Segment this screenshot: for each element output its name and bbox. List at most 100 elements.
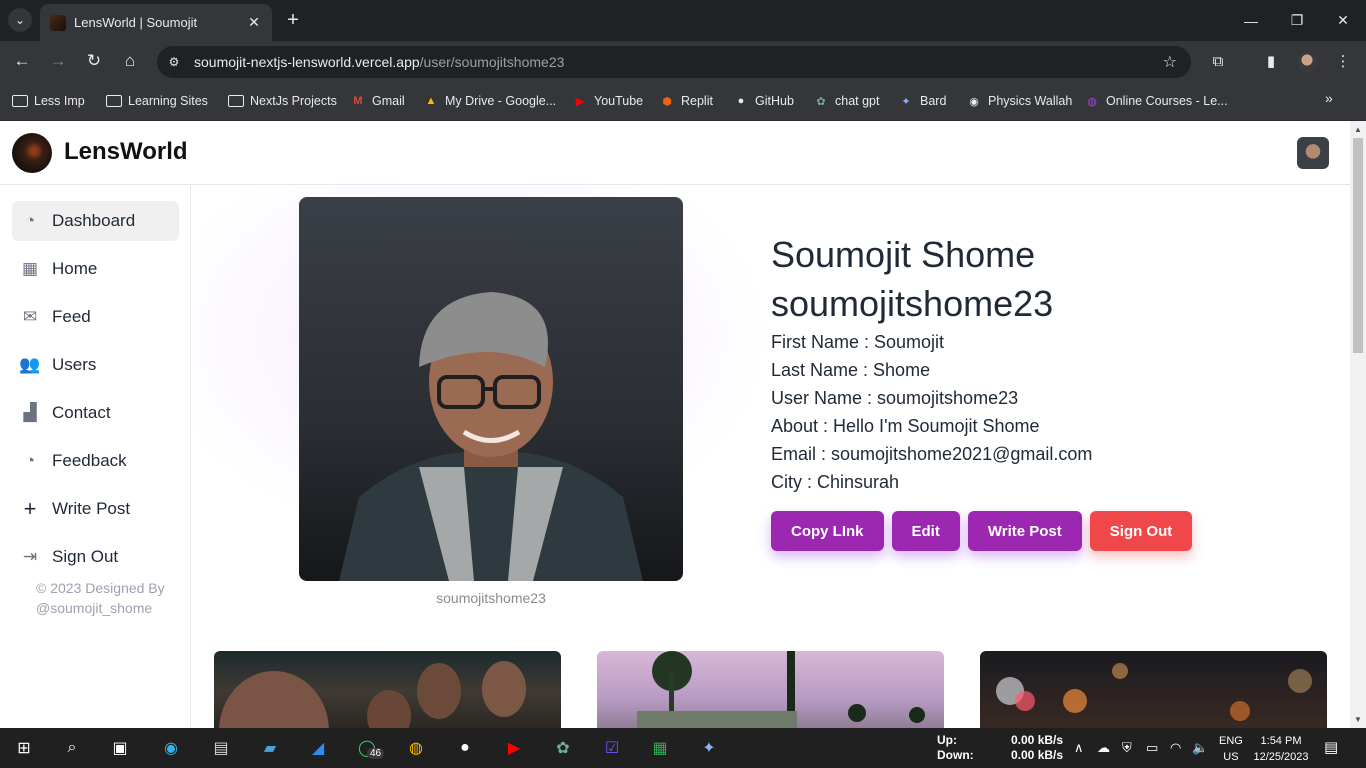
logo-image[interactable] [12, 133, 52, 173]
forward-icon[interactable]: → [46, 49, 70, 73]
bookmark-github[interactable]: ● GitHub [733, 91, 794, 111]
post-photo-bokeh-illustration [996, 663, 1312, 721]
replit-icon: ⬢ [662, 95, 672, 108]
profile-last-name: Last Name : Shome [771, 360, 931, 380]
todo-app-icon[interactable]: ☑ [598, 734, 626, 762]
battery-icon[interactable]: ▭ [1146, 740, 1158, 756]
windows-taskbar: ⊞ ⌕ ▣ ◉ ▤ ▰ ◢ ◯ 46 ◍ ● ▶ ✿ ☑ ▦ ✦ Up: Down… [0, 728, 1366, 768]
profile-username: soumojitshome23 [771, 283, 1054, 324]
wifi-icon[interactable]: ◠ [1170, 740, 1181, 756]
post-card-image[interactable] [597, 651, 944, 728]
menu-icon[interactable]: ⋮ [1332, 50, 1354, 72]
home-icon[interactable]: ⌂ [118, 49, 142, 73]
system-clock[interactable]: 1:54 PM 12/25/2023 [1252, 733, 1310, 765]
chatgpt-app-icon[interactable]: ✿ [549, 734, 577, 762]
search-icon[interactable]: ⌕ [58, 734, 86, 762]
profile-avatar-icon[interactable] [1297, 52, 1317, 72]
sidebar-item-feedback[interactable]: ◔ Feedback [12, 441, 179, 481]
vscode-icon[interactable]: ◢ [304, 734, 332, 762]
tab-search-icon[interactable]: ⌄ [8, 8, 32, 32]
sidebar-item-dashboard[interactable]: ◔ Dashboard [12, 201, 179, 241]
post-card-image[interactable] [980, 651, 1327, 728]
youtube-app-icon[interactable]: ▶ [500, 734, 528, 762]
bard-app-icon[interactable]: ✦ [695, 734, 723, 762]
sidebar-item-label: Write Post [52, 499, 131, 518]
notification-icon[interactable]: ▤ [1324, 738, 1338, 756]
bookmark-star-icon[interactable]: ☆ [1163, 52, 1177, 72]
photos-app-icon[interactable]: ▤ [207, 734, 235, 762]
sidebar-item-contact[interactable]: ▟ Contact [12, 393, 179, 433]
browser-tab[interactable]: LensWorld | Soumojit ✕ [40, 4, 272, 41]
bookmark-bard[interactable]: ✦ Bard [898, 91, 946, 111]
profile-first-name: First Name : Soumojit [771, 332, 945, 352]
tab-close-icon[interactable]: ✕ [246, 14, 262, 31]
security-icon[interactable]: ⛨ [1122, 740, 1132, 756]
sidebar-item-write-post[interactable]: + Write Post [12, 489, 179, 529]
tab-title: LensWorld | Soumojit [74, 15, 198, 30]
lang-secondary: US [1223, 751, 1239, 763]
sidebar-item-users[interactable]: 👥 Users [12, 345, 179, 385]
reload-icon[interactable]: ↻ [82, 49, 106, 73]
edge-icon[interactable]: ◉ [157, 734, 185, 762]
app-logo-text[interactable]: LensWorld [64, 138, 188, 166]
minimize-icon[interactable]: — [1228, 0, 1274, 41]
bookmark-youtube[interactable]: ▶ YouTube [572, 91, 643, 111]
chrome-icon[interactable]: ◍ [402, 734, 430, 762]
profile-user-name: User Name : soumojitshome23 [771, 388, 1019, 408]
copy-link-button[interactable]: Copy LInk [771, 511, 884, 551]
physics-wallah-icon: ◉ [969, 95, 979, 108]
bookmark-gmail[interactable]: M Gmail [350, 91, 404, 111]
edit-button[interactable]: Edit [891, 511, 960, 551]
header-avatar[interactable] [1297, 137, 1329, 169]
address-bar[interactable]: ⚙ soumojit-nextjs-lensworld.vercel.app/u… [157, 46, 1191, 78]
back-icon[interactable]: ← [10, 49, 34, 73]
bookmark-chat-gpt[interactable]: ✿ chat gpt [813, 91, 879, 111]
bookmark-label: Bard [920, 94, 947, 108]
tray-chevron-icon[interactable]: ∧ [1074, 740, 1084, 756]
sidebar-item-label: Contact [52, 403, 111, 422]
bookmark-learning-sites[interactable]: Learning Sites [106, 91, 208, 111]
site-info-icon[interactable]: ⚙ [166, 54, 182, 70]
bookmark-my-drive[interactable]: ▲ My Drive - Google... [423, 91, 557, 111]
language-indicator[interactable]: ENG US [1219, 733, 1243, 765]
scroll-down-icon[interactable]: ▼ [1354, 715, 1362, 724]
bookmark-label: My Drive - Google... [445, 94, 557, 108]
scroll-up-icon[interactable]: ▲ [1354, 125, 1362, 134]
scrollbar-thumb[interactable] [1353, 138, 1363, 353]
net-labels: Up: Down: [937, 733, 974, 763]
bookmarks-bar: Less Imp Learning Sites NextJs Projects … [0, 81, 1366, 121]
write-post-button[interactable]: Write Post [967, 511, 1082, 551]
sidebar-item-label: Home [52, 259, 98, 278]
bookmark-less-imp[interactable]: Less Imp [12, 91, 85, 111]
bookmark-replit[interactable]: ⬢ Replit [659, 91, 713, 111]
file-app-icon[interactable]: ▰ [256, 734, 284, 762]
page-scrollbar[interactable]: ▲ ▼ [1350, 121, 1366, 728]
bookmark-nextjs-projects[interactable]: NextJs Projects [228, 91, 337, 111]
onedrive-icon[interactable]: ☁ [1097, 740, 1110, 756]
sign-out-button[interactable]: Sign Out [1089, 511, 1193, 551]
restore-icon[interactable]: ❐ [1274, 0, 1320, 41]
new-tab-icon[interactable]: + [282, 9, 304, 31]
bookmark-online-courses[interactable]: ◍ Online Courses - Le... [1084, 91, 1227, 111]
sign-out-icon: ⇥ [22, 547, 38, 566]
bookmark-physics-wallah[interactable]: ◉ Physics Wallah [966, 91, 1072, 111]
volume-icon[interactable]: 🔈 [1192, 740, 1208, 756]
github-desktop-icon[interactable]: ● [451, 734, 479, 762]
bookmarks-overflow-icon[interactable]: » [1325, 90, 1333, 106]
task-view-icon[interactable]: ▣ [106, 734, 134, 762]
profile-about: About : Hello I'm Soumojit Shome [771, 416, 1040, 436]
whatsapp-icon[interactable]: ◯ 46 [353, 734, 385, 762]
sidebar-item-sign-out[interactable]: ⇥ Sign Out [12, 537, 179, 577]
post-card-image[interactable] [214, 651, 561, 728]
extensions-icon[interactable]: ⧉ [1207, 50, 1229, 72]
sidebar-item-feed[interactable]: ✉ Feed [12, 297, 179, 337]
windows-start-icon[interactable]: ⊞ [10, 734, 38, 762]
side-panel-icon[interactable]: ▮ [1260, 50, 1282, 72]
github-icon: ● [737, 95, 745, 107]
classroom-app-icon[interactable]: ▦ [646, 734, 674, 762]
profile-city: City : Chinsurah [771, 472, 900, 492]
sidebar-item-home[interactable]: ▦ Home [12, 249, 179, 289]
window-close-icon[interactable]: ✕ [1320, 0, 1366, 41]
sidebar-item-label: Feed [52, 307, 91, 326]
browser-toolbar: ← → ↻ ⌂ ⚙ soumojit-nextjs-lensworld.verc… [0, 41, 1366, 81]
